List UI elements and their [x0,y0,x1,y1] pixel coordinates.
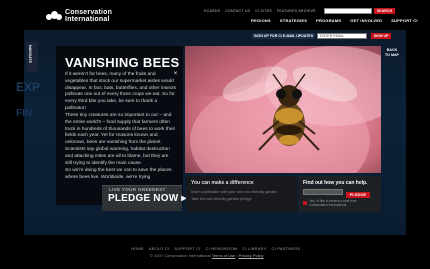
footer-nav: HOME ABOUT CI SUPPORT CI CI NEWSROOM CI … [131,246,300,251]
utility-link-contact[interactable]: CONTACT US [225,9,250,13]
background-heading-2: FIN [16,108,33,119]
bee-illustration [185,46,381,173]
footer-link-home[interactable]: HOME [131,246,144,251]
back-to-map-link[interactable]: BACK TO MAP [385,48,399,58]
copyright-text: © 2007 Conservation International [150,253,211,258]
help-input[interactable] [303,189,343,195]
copyright-line: © 2007 Conservation International Terms … [150,253,264,258]
email-input[interactable]: ENTER EMAIL [317,33,368,39]
email-optin-checkbox[interactable] [303,201,307,205]
footer-link-newsroom[interactable]: CI NEWSROOM [206,246,238,251]
footer-link-support[interactable]: SUPPORT CI [174,246,200,251]
article-paragraph-2: These tiny creatures are so important to… [65,113,176,166]
navigate-tab-label: NAVIGATE [28,45,32,64]
article-paragraph-1: If it weren't for bees, many of the frui… [65,72,176,111]
make-difference-item-1[interactable]: Save a pollinator with your own eco-frie… [191,190,277,194]
logo-icon [46,10,62,23]
nav-programs[interactable]: PROGRAMS [316,18,341,23]
footer-link-library[interactable]: CI LIBRARY [242,246,266,251]
logo-line2: International [65,16,110,23]
make-difference-title: You can make a difference [191,180,254,186]
pledge-now-button[interactable]: PLEDGE NOW ▸ [108,193,187,204]
utility-nav: ECARDS CONTACT US CI SITES FEATURES ARCH… [204,9,316,13]
pledge-button[interactable]: PLEDGE [346,192,370,198]
search-input[interactable] [324,8,372,14]
nav-support-ci[interactable]: SUPPORT CI [391,18,417,23]
email-signup-label: SIGN UP FOR CI E-MAIL UPDATES [252,33,316,39]
terms-link[interactable]: Terms of Use [212,253,236,258]
footer-link-about[interactable]: ABOUT CI [149,246,169,251]
bee-on-flower-photo [185,46,381,173]
nav-regions[interactable]: REGIONS [251,18,271,23]
find-help-title: Find out how you can help. [303,180,368,186]
utility-link-ci-sites[interactable]: CI SITES [255,9,272,13]
article-title: VANISHING BEES [65,55,180,70]
background-heading: EXP [16,80,41,94]
email-signup: SIGN UP FOR CI E-MAIL UPDATES ENTER EMAI… [252,33,392,39]
make-difference-item-2[interactable]: Take the bee-friendly garden pledge [191,197,252,201]
site-header: Conservation International ECARDS CONTAC… [0,0,430,30]
article-paragraph-3: So we're doing the best we can to save t… [65,168,172,180]
nav-get-involved[interactable]: GET INVOLVED [350,18,382,23]
sign-up-button[interactable]: SIGN UP [371,33,392,39]
privacy-link[interactable]: Privacy Policy [239,253,264,258]
footer-link-partners[interactable]: CI PARTNERS [271,246,300,251]
email-optin-label: Yes, I'd like to receive e-mail from Con… [309,199,357,207]
search-button[interactable]: SEARCH [374,8,395,14]
utility-link-features-archive[interactable]: FEATURES ARCHIVE [277,9,316,13]
pledge-tagline: LIVE YOUR GREENEST [109,187,166,192]
conservation-international-logo[interactable]: Conservation International [46,9,112,23]
logo-line1: Conservation [65,9,113,16]
nav-strategies[interactable]: STRATEGIES [280,18,307,23]
utility-link-ecards[interactable]: ECARDS [204,9,220,13]
navigate-tab[interactable]: NAVIGATE [26,42,38,72]
main-nav: REGIONS STRATEGIES PROGRAMS GET INVOLVED… [251,18,418,23]
